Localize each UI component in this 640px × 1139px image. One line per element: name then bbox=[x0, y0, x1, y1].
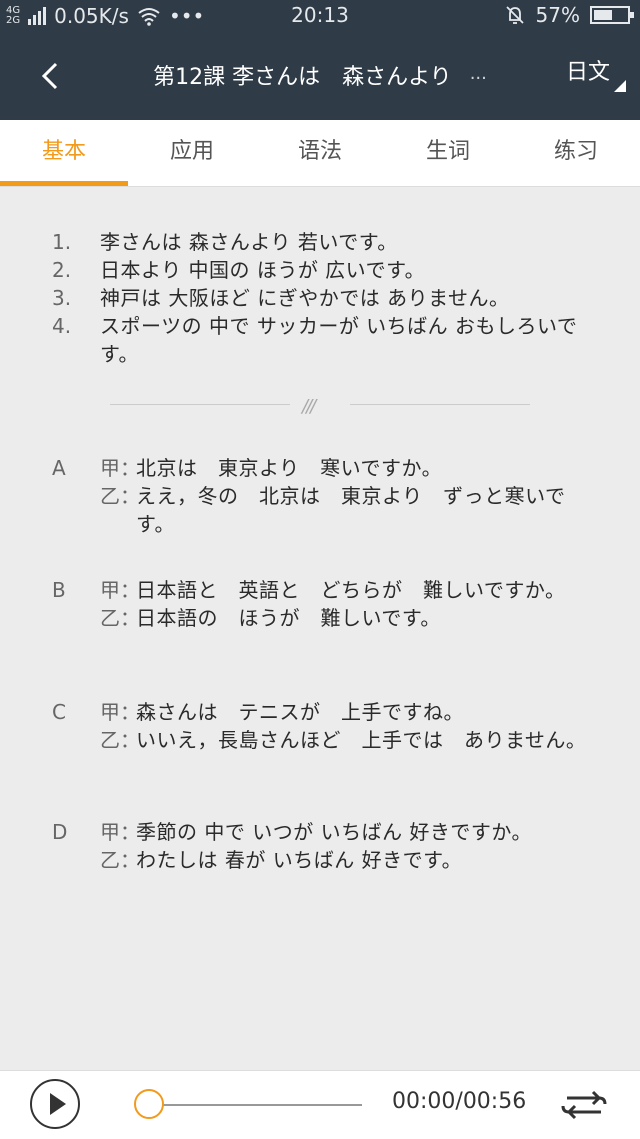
speaker-label: 甲： bbox=[100, 578, 140, 602]
dialogue-line: 乙： ええ，冬の 北京は 東京より ずっと寒いです。 bbox=[52, 482, 592, 538]
speaker-label: 甲： bbox=[100, 456, 140, 480]
speaker-label: 乙： bbox=[100, 606, 140, 630]
dialogue-text: わたしは 春が いちばん 好きです。 bbox=[136, 848, 463, 872]
audio-player: 00:00/00:56 bbox=[0, 1070, 640, 1139]
repeat-icon[interactable] bbox=[555, 1088, 613, 1122]
battery-percent: 57% bbox=[535, 3, 580, 27]
dialogue-line: 甲：北京は 東京より 寒いですか。 bbox=[52, 454, 592, 482]
dialogue-text: 日本語と 英語と どちらが 難しいですか。 bbox=[136, 578, 566, 602]
sentence-text: 神戸は 大阪ほど にぎやかでは ありません。 bbox=[100, 286, 510, 310]
play-button[interactable] bbox=[30, 1079, 80, 1129]
speaker-label: 乙： bbox=[100, 728, 140, 752]
sentence-number: 3. bbox=[52, 286, 72, 310]
dialogue-line: 乙： わたしは 春が いちばん 好きです。 bbox=[52, 846, 592, 874]
section-divider: /// bbox=[110, 396, 530, 417]
speaker-label: 甲： bbox=[100, 820, 140, 844]
dialogue-d: D 甲： 季節の 中で いつが いちばん 好きですか。 乙： わたしは 春が いちば… bbox=[52, 818, 592, 874]
status-right: 57% bbox=[504, 3, 634, 27]
app-header: 第12課 李さんは 森さんより ··· 日文 bbox=[0, 32, 640, 120]
sentence-text: 日本より 中国の ほうが 広いです。 bbox=[100, 258, 426, 282]
progress-track[interactable] bbox=[150, 1104, 362, 1106]
dialogue-line: 甲： 季節の 中で いつが いちばん 好きですか。 bbox=[52, 818, 592, 846]
tab-bar: 基本 应用 语法 生词 练习 bbox=[0, 120, 640, 187]
dialogue-line: 乙： いいえ，長島さんほど 上手では ありません。 bbox=[52, 726, 592, 754]
status-bar: 4G 2G 0.05K/s ••• 20:13 57% bbox=[0, 0, 640, 32]
list-item: 3. 神戸は 大阪ほど にぎやかでは ありません。 bbox=[52, 284, 592, 312]
divider-line-left bbox=[110, 404, 290, 405]
sentence-text: スポーツの 中で サッカーが いちばん おもしろいです。 bbox=[100, 314, 578, 366]
sentence-number: 2. bbox=[52, 258, 72, 282]
language-selector[interactable]: 日文 bbox=[566, 54, 610, 86]
dialogue-text: ええ，冬の 北京は 東京より ずっと寒いです。 bbox=[136, 484, 566, 536]
dialogue-b: B 甲： 日本語と 英語と どちらが 難しいですか。 乙： 日本語の ほうが 難しい… bbox=[52, 576, 592, 632]
playback-time: 00:00/00:56 bbox=[392, 1089, 527, 1114]
dialogue-text: いいえ，長島さんほど 上手では ありません。 bbox=[136, 728, 587, 752]
dialogue-text: 日本語の ほうが 難しいです。 bbox=[136, 606, 441, 630]
battery-icon bbox=[590, 6, 634, 24]
title-more[interactable]: ··· bbox=[470, 68, 487, 89]
speaker-label: 甲： bbox=[100, 700, 140, 724]
corner-triangle-icon bbox=[614, 80, 626, 92]
tab-practice[interactable]: 练习 bbox=[512, 120, 640, 186]
dialogue-c: C 甲： 森さんは テニスが 上手ですね。 乙： いいえ，長島さんほど 上手では あ… bbox=[52, 698, 592, 754]
lesson-content: 1. 李さんは 森さんより 若いです。 2. 日本より 中国の ほうが 広いです… bbox=[0, 186, 640, 1070]
speaker-label: 乙： bbox=[100, 484, 140, 508]
dialogue-text: 季節の 中で いつが いちばん 好きですか。 bbox=[136, 820, 533, 844]
battery-fill bbox=[594, 10, 613, 20]
sentence-number: 1. bbox=[52, 230, 72, 254]
lesson-title: 第12課 李さんは 森さんより bbox=[153, 65, 452, 90]
dialogue-text: 森さんは テニスが 上手ですね。 bbox=[136, 700, 464, 724]
speaker-label: 乙： bbox=[100, 848, 140, 872]
page-title: 第12課 李さんは 森さんより ··· bbox=[0, 59, 640, 91]
dialogue-line: 甲： 森さんは テニスが 上手ですね。 bbox=[52, 698, 592, 726]
tab-grammar[interactable]: 语法 bbox=[256, 120, 384, 186]
dialogue-line: 甲： 日本語と 英語と どちらが 難しいですか。 bbox=[52, 576, 592, 604]
tab-application[interactable]: 应用 bbox=[128, 120, 256, 186]
list-item: 4. スポーツの 中で サッカーが いちばん おもしろいです。 bbox=[52, 312, 592, 368]
progress-knob[interactable] bbox=[134, 1089, 164, 1119]
dialogue-text: 北京は 東京より 寒いですか。 bbox=[136, 456, 443, 480]
tab-vocabulary[interactable]: 生词 bbox=[384, 120, 512, 186]
tab-basic[interactable]: 基本 bbox=[0, 120, 128, 186]
divider-line-right bbox=[350, 404, 530, 405]
list-item: 2. 日本より 中国の ほうが 広いです。 bbox=[52, 256, 592, 284]
sentence-text: 李さんは 森さんより 若いです。 bbox=[100, 230, 398, 254]
mute-bell-icon bbox=[505, 6, 524, 24]
divider-mark: /// bbox=[302, 396, 316, 417]
dialogue-line: 乙： 日本語の ほうが 難しいです。 bbox=[52, 604, 592, 632]
sentence-list: 1. 李さんは 森さんより 若いです。 2. 日本より 中国の ほうが 広いです… bbox=[52, 228, 592, 368]
dialogue-a: A 甲：北京は 東京より 寒いですか。 乙： ええ，冬の 北京は 東京より ずっと… bbox=[52, 454, 592, 538]
sentence-number: 4. bbox=[52, 314, 72, 338]
list-item: 1. 李さんは 森さんより 若いです。 bbox=[52, 228, 592, 256]
